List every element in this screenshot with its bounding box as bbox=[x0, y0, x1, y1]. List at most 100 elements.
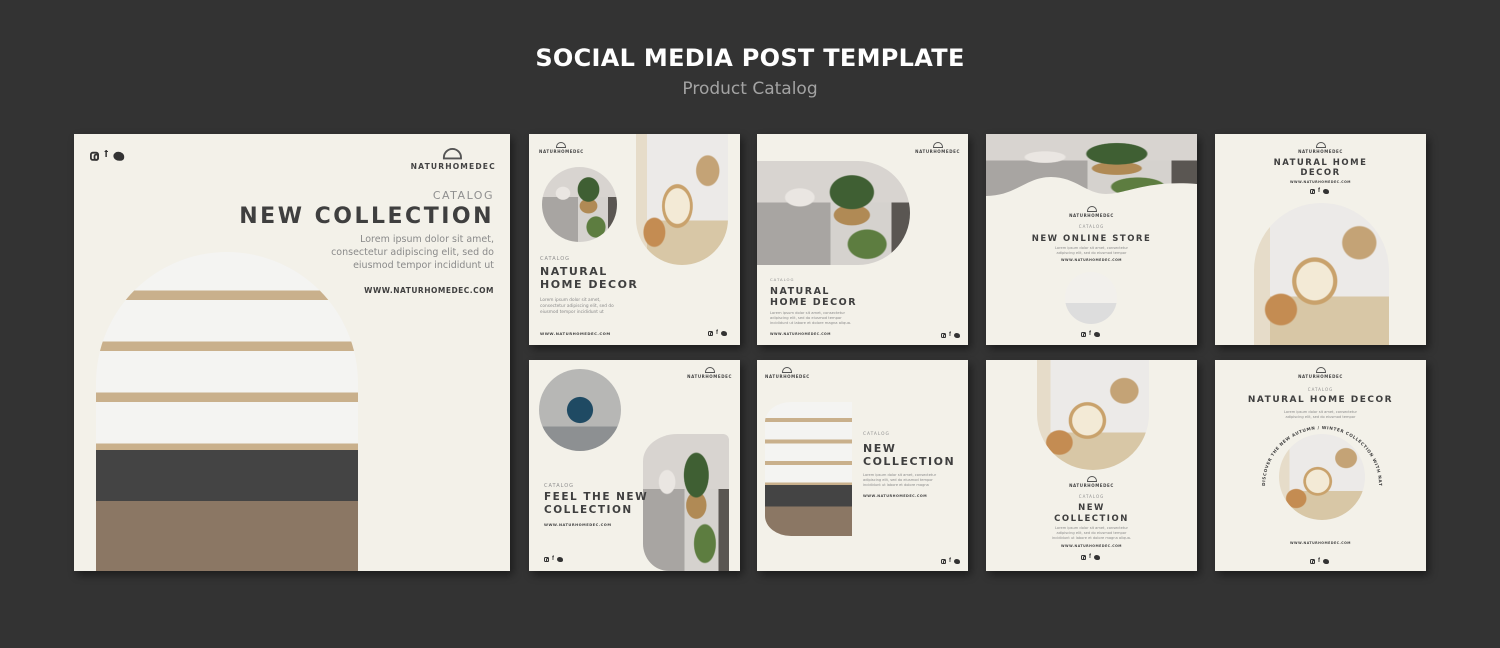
brand-name: NATURHOMEDEC bbox=[687, 374, 732, 379]
twitter-icon[interactable] bbox=[1094, 331, 1100, 337]
post-card-feel-the-new-collection: NATURHOMEDEC CATALOG FEEL THE NEW COLLECT… bbox=[529, 360, 740, 571]
twitter-icon[interactable] bbox=[1323, 558, 1329, 564]
post-card-natural-home-decor-2: NATURHOMEDEC CATALOG NATURAL HOME DECOR L… bbox=[757, 134, 968, 345]
facebook-icon[interactable]: f bbox=[716, 330, 718, 336]
wave-shape bbox=[986, 177, 1197, 202]
house-icon bbox=[443, 148, 463, 160]
brand-name: NATURHOMEDEC bbox=[1069, 483, 1114, 488]
chair-photo bbox=[1037, 360, 1149, 470]
brand-logo: NATURHOMEDEC bbox=[1215, 142, 1426, 154]
website-link[interactable]: WWW.NATURHOMEDEC.COM bbox=[364, 286, 494, 295]
plant-photo bbox=[542, 167, 617, 242]
chair-photo bbox=[636, 134, 728, 265]
house-icon bbox=[556, 142, 567, 148]
brand-name: NATURHOMEDEC bbox=[1298, 149, 1343, 154]
website-link[interactable]: WWW.NATURHOMEDEC.COM bbox=[863, 494, 927, 498]
living-room-photo bbox=[96, 252, 358, 571]
post-body: Lorem ipsum dolor sit amet, consectetur … bbox=[863, 473, 937, 487]
post-card-natural-home-decor: NATURHOMEDEC CATALOG NATURAL HOME DECOR L… bbox=[529, 134, 740, 345]
brand-name: NATURHOMEDEC bbox=[410, 161, 496, 171]
svg-text:DISCOVER THE NEW AUTUMN / WINT: DISCOVER THE NEW AUTUMN / WINTER COLLECT… bbox=[1215, 360, 1383, 487]
brand-logo: NATURHOMEDEC bbox=[539, 142, 584, 154]
social-icons: f bbox=[1081, 554, 1100, 560]
brand-logo: NATURHOMEDEC bbox=[915, 142, 960, 154]
facebook-icon[interactable]: f bbox=[104, 150, 108, 161]
catalog-label: CATALOG bbox=[770, 277, 795, 282]
brand-logo: NATURHOMEDEC bbox=[687, 367, 732, 379]
facebook-icon[interactable]: f bbox=[1318, 188, 1320, 194]
catalog-label: CATALOG bbox=[544, 483, 575, 489]
house-icon bbox=[932, 142, 943, 148]
facebook-icon[interactable]: f bbox=[1089, 331, 1091, 337]
facebook-icon[interactable]: f bbox=[1089, 554, 1091, 560]
bookshelf-photo bbox=[765, 402, 852, 536]
post-card-new-collection-2: NATURHOMEDEC CATALOG NEW COLLECTION Lorem… bbox=[986, 360, 1197, 571]
social-icons: f bbox=[1310, 188, 1329, 194]
post-title: NEW COLLECTION bbox=[863, 442, 956, 469]
twitter-icon[interactable] bbox=[1094, 554, 1100, 560]
catalog-label: CATALOG bbox=[540, 256, 571, 262]
brand-logo: NATURHOMEDEC bbox=[986, 206, 1197, 218]
post-body: Lorem ipsum dolor sit amet, consectetur … bbox=[1051, 526, 1132, 540]
social-icons: f bbox=[90, 150, 125, 161]
instagram-icon[interactable] bbox=[708, 330, 714, 336]
instagram-icon[interactable] bbox=[1310, 558, 1316, 564]
post-title: NATURAL HOME DECOR bbox=[770, 286, 858, 309]
twitter-icon[interactable] bbox=[1323, 188, 1329, 194]
post-title: NATURAL HOME DECOR bbox=[1273, 158, 1368, 179]
post-card-natural-home-decor-3: NATURHOMEDEC NATURAL HOME DECOR WWW.NATUR… bbox=[1215, 134, 1426, 345]
website-link[interactable]: WWW.NATURHOMEDEC.COM bbox=[770, 332, 831, 336]
facebook-icon[interactable]: f bbox=[1318, 558, 1320, 564]
post-card-new-online-store: NATURHOMEDEC CATALOG NEW ONLINE STORE Lo… bbox=[986, 134, 1197, 345]
page-title: SOCIAL MEDIA POST TEMPLATE bbox=[535, 44, 965, 72]
twitter-icon[interactable] bbox=[113, 150, 125, 160]
post-card-natural-home-decor-4: NATURHOMEDEC CATALOG NATURAL HOME DECOR … bbox=[1215, 360, 1426, 571]
catalog-label: CATALOG bbox=[1078, 494, 1105, 499]
website-link[interactable]: WWW.NATURHOMEDEC.COM bbox=[986, 258, 1197, 262]
post-body: Lorem ipsum dolor sit amet, consectetur … bbox=[540, 298, 614, 315]
facebook-icon[interactable]: f bbox=[949, 332, 951, 338]
twitter-icon[interactable] bbox=[954, 332, 960, 338]
brand-name: NATURHOMEDEC bbox=[1069, 213, 1114, 218]
catalog-label: CATALOG bbox=[432, 189, 494, 202]
post-title: NEW COLLECTION bbox=[1054, 503, 1129, 524]
twitter-icon[interactable] bbox=[954, 558, 960, 564]
website-link[interactable]: WWW.NATURHOMEDEC.COM bbox=[986, 544, 1197, 548]
instagram-icon[interactable] bbox=[941, 558, 947, 564]
brand-name: NATURHOMEDEC bbox=[765, 374, 810, 379]
facebook-icon[interactable]: f bbox=[552, 556, 554, 562]
website-link[interactable]: WWW.NATURHOMEDEC.COM bbox=[1215, 180, 1426, 184]
brand-logo: NATURHOMEDEC bbox=[765, 367, 810, 379]
page-subtitle: Product Catalog bbox=[682, 79, 818, 99]
instagram-icon[interactable] bbox=[1081, 331, 1087, 337]
instagram-icon[interactable] bbox=[941, 332, 947, 338]
blue-chair-photo bbox=[539, 369, 621, 451]
website-link[interactable]: WWW.NATURHOMEDEC.COM bbox=[544, 523, 611, 527]
facebook-icon[interactable]: f bbox=[949, 558, 951, 564]
brand-logo: NATURHOMEDEC bbox=[986, 476, 1197, 488]
instagram-icon[interactable] bbox=[1081, 554, 1087, 560]
post-title: NATURAL HOME DECOR bbox=[540, 265, 639, 292]
house-icon bbox=[1086, 476, 1097, 482]
social-icons: f bbox=[1310, 558, 1329, 564]
twitter-icon[interactable] bbox=[557, 556, 563, 562]
chair-photo bbox=[1254, 203, 1389, 345]
instagram-icon[interactable] bbox=[90, 150, 100, 161]
armchair-photo bbox=[1065, 272, 1117, 324]
sofa-plant-photo bbox=[757, 161, 910, 265]
instagram-icon[interactable] bbox=[1310, 188, 1316, 194]
instagram-icon[interactable] bbox=[544, 556, 550, 562]
social-icons: f bbox=[941, 332, 960, 338]
twitter-icon[interactable] bbox=[721, 330, 727, 336]
post-card-new-collection: NATURHOMEDEC CATALOG NEW COLLECTION Lorem… bbox=[757, 360, 968, 571]
social-icons: f bbox=[708, 330, 727, 336]
house-icon bbox=[1086, 206, 1097, 212]
website-link[interactable]: WWW.NATURHOMEDEC.COM bbox=[540, 331, 611, 336]
social-icons: f bbox=[1081, 331, 1100, 337]
brand-name: NATURHOMEDEC bbox=[915, 149, 960, 154]
website-link[interactable]: WWW.NATURHOMEDEC.COM bbox=[1215, 541, 1426, 545]
plant-basket-photo bbox=[643, 434, 729, 571]
brand-logo: NATURHOMEDEC bbox=[411, 148, 496, 171]
house-icon bbox=[704, 367, 715, 373]
post-card-large: f NATURHOMEDEC CATALOG NEW COLLECTION Lo… bbox=[74, 134, 510, 571]
